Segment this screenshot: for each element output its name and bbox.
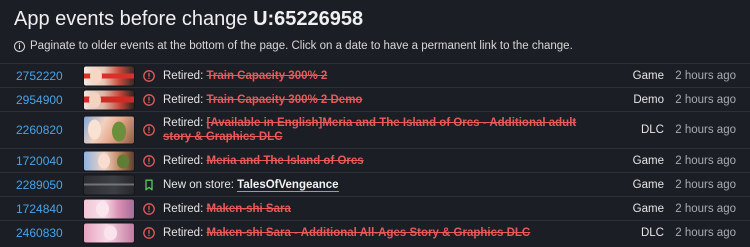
event-text: Retired: Maken-shi Sara - Additional All… (163, 226, 530, 240)
app-events-page: App events before change U:65226958 i Pa… (0, 0, 750, 247)
appid-link[interactable]: 2289050 (16, 178, 63, 192)
app-type: Game (632, 202, 664, 215)
event-action: Retired: (163, 226, 204, 239)
event-text: Retired: Maken-shi Sara (163, 202, 291, 216)
app-type: Game (632, 69, 664, 82)
app-name-link[interactable]: Train Capacity 300% 2 Demo (206, 94, 362, 106)
event-time-link[interactable]: 2 hours ago (675, 227, 736, 239)
event-time-link[interactable]: 2 hours ago (675, 94, 736, 106)
event-action: Retired: (163, 69, 204, 82)
page-title-text: App events before change (14, 8, 248, 30)
info-text: Paginate to older events at the bottom o… (30, 40, 573, 52)
table-row: 2460830 Retired: Maken-shi Sara - Additi… (0, 220, 750, 244)
table-row: 1720040 Retired: Meria and The Island of… (0, 148, 750, 172)
event-action: Retired: (163, 154, 204, 167)
alert-circle-icon (143, 124, 155, 136)
table-row: 2752220 Retired: Train Capacity 300% 2 G… (0, 63, 750, 87)
alert-circle-icon (143, 226, 155, 239)
appid-link[interactable]: 1720040 (16, 154, 63, 168)
event-time-link[interactable]: 2 hours ago (675, 70, 736, 82)
event-action: Retired: (163, 117, 204, 129)
app-name-link[interactable]: Maken-shi Sara (206, 203, 290, 215)
app-thumbnail[interactable] (84, 116, 134, 144)
app-type: DLC (640, 124, 664, 136)
event-text: Retired: Train Capacity 300% 2 (163, 69, 327, 83)
table-row: 2260820 Retired: [Available in English]M… (0, 111, 750, 148)
app-type: Demo (633, 93, 664, 106)
app-type: DLC (640, 226, 664, 239)
event-text: Retired: [Available in English]Meria and… (163, 116, 603, 144)
app-name-link[interactable]: Maken-shi Sara - Additional All-Ages Sto… (206, 227, 530, 239)
info-icon: i (14, 40, 25, 52)
app-thumbnail[interactable] (84, 66, 134, 85)
event-text: Retired: Train Capacity 300% 2 Demo (163, 93, 362, 107)
event-action: Retired: (163, 202, 204, 215)
app-name-link[interactable]: TalesOfVengeance (237, 178, 339, 192)
appid-link[interactable]: 2260820 (16, 123, 63, 137)
appid-link[interactable]: 1724840 (16, 202, 63, 216)
appid-link[interactable]: 2954900 (16, 93, 63, 107)
app-thumbnail[interactable] (84, 223, 134, 242)
event-time-link[interactable]: 2 hours ago (675, 203, 736, 215)
table-row: 1724840 Retired: Maken-shi Sara Game 2 h… (0, 196, 750, 220)
event-time-link[interactable]: 2 hours ago (675, 124, 736, 136)
alert-circle-icon (143, 93, 155, 106)
change-id: U:65226958 (253, 8, 364, 30)
app-type: Game (632, 178, 664, 191)
alert-circle-icon (143, 202, 155, 215)
event-time-link[interactable]: 2 hours ago (675, 155, 736, 167)
app-type: Game (632, 154, 664, 167)
event-action: New on store: (163, 178, 234, 191)
event-text: Retired: Meria and The Island of Orcs (163, 154, 364, 168)
app-name-link[interactable]: Train Capacity 300% 2 (206, 70, 327, 82)
info-note: i Paginate to older events at the bottom… (14, 40, 573, 52)
app-thumbnail[interactable] (84, 175, 134, 194)
app-thumbnail[interactable] (84, 151, 134, 170)
events-table: 2752220 Retired: Train Capacity 300% 2 G… (0, 63, 750, 244)
appid-link[interactable]: 2752220 (16, 69, 63, 83)
table-row: 2289050 New on store: TalesOfVengeance G… (0, 172, 750, 196)
app-thumbnail[interactable] (84, 199, 134, 218)
bookmark-icon (145, 179, 153, 190)
event-action: Retired: (163, 93, 204, 106)
appid-link[interactable]: 2460830 (16, 226, 63, 240)
app-thumbnail[interactable] (84, 90, 134, 109)
app-name-link[interactable]: Meria and The Island of Orcs (206, 155, 363, 167)
alert-circle-icon (143, 69, 155, 82)
table-row: 2954900 Retired: Train Capacity 300% 2 D… (0, 87, 750, 111)
event-text: New on store: TalesOfVengeance (163, 178, 339, 192)
page-title: App events before change U:65226958 (14, 8, 363, 31)
event-time-link[interactable]: 2 hours ago (675, 179, 736, 191)
app-name-link[interactable]: [Available in English]Meria and The Isla… (163, 117, 576, 143)
alert-circle-icon (143, 154, 155, 167)
